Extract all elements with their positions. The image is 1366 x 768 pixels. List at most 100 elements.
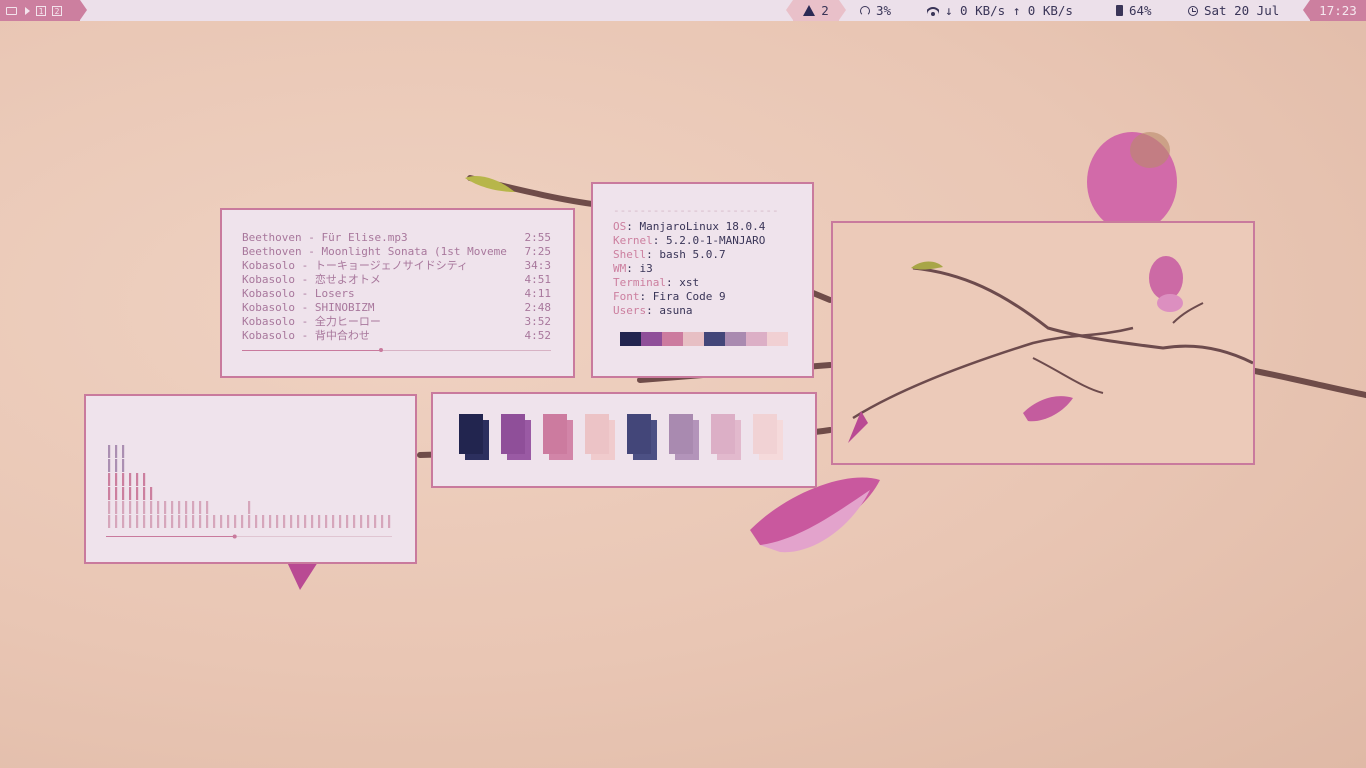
visualizer-bar-segment [178,501,181,514]
track-title: Kobasolo - Losers [242,287,355,300]
battery-level: 64% [1129,3,1152,18]
track-title: Beethoven - Moonlight Sonata (1st Moveme [242,245,507,258]
color-block [704,332,725,346]
visualizer-bar-segment [374,515,377,528]
workspace-button-2[interactable]: 2 [52,5,62,16]
date-indicator: Sat 20 Jul [1188,0,1279,21]
track-row[interactable]: Kobasolo - 背中合わせ 4:52 [242,329,551,343]
swatch-face [627,414,651,454]
track-duration: 4:51 [524,273,552,286]
sysinfo-row: Users: asuna [613,304,792,318]
visualizer-bar-segment [143,487,146,500]
visualizer-bar-segment [283,515,286,528]
sysinfo-row: Terminal: xst [613,276,792,290]
track-row[interactable]: Kobasolo - SHINOBIZM 2:48 [242,301,551,315]
playlist-window[interactable]: Beethoven - Für Elise.mp3 2:55 Beethoven -… [220,208,575,378]
track-row[interactable]: Kobasolo - 恋せよオトメ 4:51 [242,273,551,287]
color-swatch [711,414,741,460]
color-block [683,332,704,346]
track-duration: 4:52 [524,329,552,342]
wifi-icon [927,6,939,16]
swatch-face [753,414,777,454]
swatch-face [501,414,525,454]
visualizer-bar-segment [185,515,188,528]
track-row[interactable]: Beethoven - Moonlight Sonata (1st Moveme… [242,245,551,259]
playback-progress-handle[interactable] [378,348,383,352]
visualizer-bar-segment [367,515,370,528]
sysinfo-separator: ------------------------- [613,206,779,217]
visualizer-bar-segment [136,473,139,486]
sysinfo-value: asuna [659,304,693,317]
battery-indicator: 64% [1116,0,1152,21]
color-block [746,332,767,346]
track-duration: 7:25 [524,245,552,258]
visualizer-bar-segment [122,445,125,458]
color-block [620,332,641,346]
swatch-face [669,414,693,454]
track-list: Beethoven - Für Elise.mp3 2:55 Beethoven -… [242,231,551,343]
swatch-face [459,414,483,454]
visualizer-bar-segment [129,501,132,514]
updates-indicator[interactable]: 2 [786,0,846,21]
sysinfo-value: bash 5.0.7 [659,248,726,261]
visualizer-bar-segment [234,515,237,528]
track-row[interactable]: Kobasolo - Losers 4:11 [242,287,551,301]
color-swatch [627,414,657,460]
visualizer-progress-handle[interactable] [232,534,237,539]
track-title: Kobasolo - 全力ヒーロー [242,315,381,328]
color-swatch [669,414,699,460]
visualizer-bar-segment [381,515,384,528]
visualizer-bar-segment [269,515,272,528]
visualizer-bar-segment [318,515,321,528]
visualizer-bar-segment [136,515,139,528]
visualizer-bar-segment [164,501,167,514]
swatch-face [711,414,735,454]
track-row[interactable]: Beethoven - Für Elise.mp3 2:55 [242,231,551,245]
visualizer-bar-segment [136,487,139,500]
visualizer-bar-segment [115,501,118,514]
visualizer-bar-segment [248,515,251,528]
track-row[interactable]: Kobasolo - 全力ヒーロー 3:52 [242,315,551,329]
visualizer-bar-segment [129,487,132,500]
visualizer-bar-segment [122,487,125,500]
visualizer-bar-segment [143,501,146,514]
color-block [767,332,788,346]
sysinfo-colon: : [665,276,680,289]
visualizer-bar-segment [262,515,265,528]
audio-visualizer-window[interactable] [84,394,417,564]
time-text: 17:23 [1319,3,1357,18]
color-palette-window[interactable] [431,392,817,488]
sysinfo-window[interactable]: ------------------------- OS: ManjaroLin… [591,182,814,378]
sysinfo-colon: : [646,304,660,317]
visualizer-bars [106,445,392,539]
playback-progress-bar[interactable] [242,348,551,352]
track-title: Kobasolo - 恋せよオトメ [242,273,381,286]
terminal-color-strip [620,332,792,346]
track-title: Kobasolo - トーキョージェノサイドシティ [242,259,468,272]
sysinfo-key: Users [613,304,647,317]
visualizer-bar-segment [192,515,195,528]
visualizer-bar-segment [304,515,307,528]
visualizer-bar-segment [241,515,244,528]
play-icon[interactable] [25,6,30,15]
track-row[interactable]: Kobasolo - トーキョージェノサイドシティ 34:3 [242,259,551,273]
keyboard-icon [6,6,17,15]
sysinfo-value: ManjaroLinux 18.0.4 [639,220,766,233]
visualizer-bar-segment [115,487,118,500]
network-indicator: ↓ 0 KB/s ↑ 0 KB/s [927,0,1073,21]
top-bar: 1 2 2 3% ↓ 0 KB/s ↑ 0 KB/s 64% Sat 20 Ju… [0,0,1366,21]
visualizer-bar-segment [311,515,314,528]
visualizer-bar-segment [150,501,153,514]
color-block [662,332,683,346]
visualizer-bar-segment [115,459,118,472]
workspace-button-1[interactable]: 1 [36,5,46,16]
sysinfo-key: Kernel [613,234,653,247]
visualizer-bar-segment [276,515,279,528]
visualizer-bar-segment [206,501,209,514]
sysinfo-value: Fira Code 9 [652,290,726,303]
sysinfo-key: Font [613,290,640,303]
track-title: Beethoven - Für Elise.mp3 [242,231,408,244]
time-indicator: 17:23 [1303,0,1366,21]
visualizer-bar-segment [150,515,153,528]
image-viewer-window[interactable] [831,221,1255,465]
